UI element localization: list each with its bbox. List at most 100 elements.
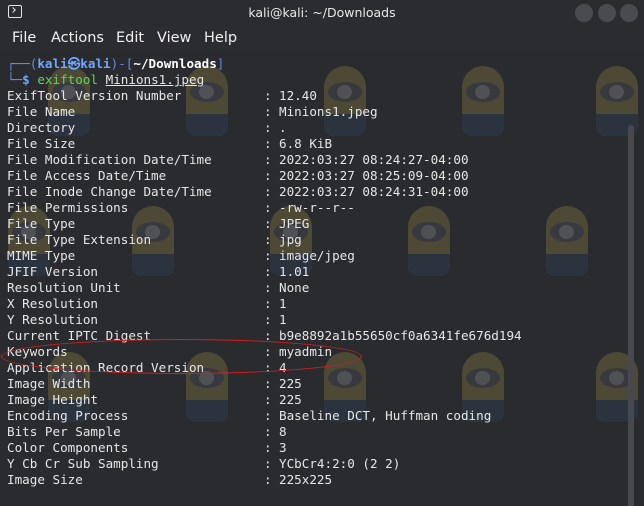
exif-separator: : <box>264 408 280 423</box>
exif-key: File Access Date/Time <box>7 168 167 183</box>
exif-separator: : <box>264 344 280 359</box>
exif-value: image/jpeg <box>279 248 355 263</box>
exif-key: File Inode Change Date/Time <box>7 184 212 199</box>
exif-separator: : <box>264 216 280 231</box>
exif-value: 1 <box>279 312 287 327</box>
exif-row: JFIF Version: 1.01 <box>7 264 623 280</box>
prompt-separator: )-[ <box>110 56 134 71</box>
exif-key: File Type Extension <box>7 232 152 247</box>
exif-separator: : <box>264 328 280 343</box>
exif-row: File Size: 6.8 KiB <box>7 136 623 152</box>
close-button[interactable] <box>620 4 638 22</box>
exif-separator: : <box>264 264 280 279</box>
menu-edit[interactable]: Edit <box>116 30 144 46</box>
exif-row: Image Size: 225x225 <box>7 472 623 488</box>
exif-row: File Name: Minions1.jpeg <box>7 104 623 120</box>
minimize-button[interactable] <box>575 4 593 22</box>
menu-bar: File Actions Edit View Help <box>0 26 644 52</box>
terminal-window: kali@kali: ~/Downloads File Actions Edit… <box>0 0 644 506</box>
exif-separator: : <box>264 312 280 327</box>
exif-separator: : <box>264 472 280 487</box>
exif-separator: : <box>264 184 280 199</box>
exif-value: 2022:03:27 08:24:31-04:00 <box>279 184 469 199</box>
maximize-button[interactable] <box>598 4 616 22</box>
exif-separator: : <box>264 200 280 215</box>
exif-row: MIME Type: image/jpeg <box>7 248 623 264</box>
exif-value: 4 <box>279 360 287 375</box>
exif-key: Directory <box>7 120 76 135</box>
exif-separator: : <box>264 424 280 439</box>
exif-value: 12.40 <box>279 88 317 103</box>
exif-value: YCbCr4:2:0 (2 2) <box>279 456 401 471</box>
exif-separator: : <box>264 120 280 135</box>
exif-value: Baseline DCT, Huffman coding <box>279 408 492 423</box>
exif-separator: : <box>264 136 280 151</box>
exif-key: File Modification Date/Time <box>7 152 212 167</box>
exif-key: MIME Type <box>7 248 76 263</box>
exif-separator: : <box>264 152 280 167</box>
exif-row: X Resolution: 1 <box>7 296 623 312</box>
menu-actions[interactable]: Actions <box>51 30 104 46</box>
exif-row: Resolution Unit: None <box>7 280 623 296</box>
prompt-host: kali <box>80 56 111 71</box>
prompt-line2-prefix: └─ <box>7 72 23 87</box>
exif-value: . <box>279 120 287 135</box>
exif-row: Encoding Process: Baseline DCT, Huffman … <box>7 408 623 424</box>
prompt-dollar: $ <box>22 72 38 87</box>
exif-row: Bits Per Sample: 8 <box>7 424 623 440</box>
exif-key: File Type <box>7 216 76 231</box>
exif-value: 1.01 <box>279 264 310 279</box>
exif-row: File Access Date/Time: 2022:03:27 08:25:… <box>7 168 623 184</box>
exif-key: X Resolution <box>7 296 98 311</box>
exif-row: Y Cb Cr Sub Sampling: YCbCr4:2:0 (2 2) <box>7 456 623 472</box>
exif-value: 8 <box>279 424 287 439</box>
exif-value: 6.8 KiB <box>279 136 333 151</box>
vertical-scrollbar[interactable] <box>628 125 634 506</box>
menu-file[interactable]: File <box>12 30 36 46</box>
prompt-host-symbol: ㉿ <box>67 56 81 71</box>
terminal-output: ┌──(kali㉿kali)-[~/Downloads] └─$ exiftoo… <box>1 56 623 488</box>
exif-separator: : <box>264 88 280 103</box>
exif-key: Current IPTC Digest <box>7 328 152 343</box>
command-name: exiftool <box>37 72 99 87</box>
exif-row: Directory: . <box>7 120 623 136</box>
exif-separator: : <box>264 168 280 183</box>
menu-help[interactable]: Help <box>204 30 237 46</box>
exif-key: Y Cb Cr Sub Sampling <box>7 456 159 471</box>
exif-key: Image Width <box>7 376 91 391</box>
exif-value: Minions1.jpeg <box>279 104 378 119</box>
exif-key: JFIF Version <box>7 264 98 279</box>
exif-value: 225x225 <box>279 472 333 487</box>
exif-separator: : <box>264 440 280 455</box>
exif-key: File Name <box>7 104 76 119</box>
exif-key: Keywords <box>7 344 68 359</box>
window-title: kali@kali: ~/Downloads <box>248 5 396 20</box>
exif-key: Application Record Version <box>7 360 205 375</box>
exif-separator: : <box>264 456 280 471</box>
prompt-line-1: ┌──(kali㉿kali)-[~/Downloads] <box>7 56 623 72</box>
exif-value: myadmin <box>279 344 333 359</box>
exif-separator: : <box>264 248 280 263</box>
exif-row: Application Record Version: 4 <box>7 360 623 376</box>
exif-separator: : <box>264 280 280 295</box>
exif-key: Resolution Unit <box>7 280 121 295</box>
terminal-content[interactable]: ┌──(kali㉿kali)-[~/Downloads] └─$ exiftoo… <box>0 52 644 506</box>
exif-row: Y Resolution: 1 <box>7 312 623 328</box>
exif-value: 3 <box>279 440 287 455</box>
exif-key: File Permissions <box>7 200 129 215</box>
exif-value: b9e8892a1b55650cf0a6341fe676d194 <box>279 328 522 343</box>
exif-row: Keywords: myadmin <box>7 344 623 360</box>
title-bar[interactable]: kali@kali: ~/Downloads <box>0 0 644 26</box>
exif-key: Image Height <box>7 392 98 407</box>
exif-key: Image Size <box>7 472 83 487</box>
exif-output: ExifTool Version Number: 12.40 File Name:… <box>7 88 623 488</box>
prompt-line-2: └─$ exiftool Minions1.jpeg <box>7 72 623 88</box>
exif-separator: : <box>264 296 280 311</box>
exif-row: Image Height: 225 <box>7 392 623 408</box>
menu-view[interactable]: View <box>157 30 191 46</box>
exif-value: 225 <box>279 392 302 407</box>
exif-row: ExifTool Version Number: 12.40 <box>7 88 623 104</box>
exif-value: -rw-r--r-- <box>279 200 355 215</box>
exif-key: ExifTool Version Number <box>7 88 182 103</box>
exif-value: JPEG <box>279 216 310 231</box>
